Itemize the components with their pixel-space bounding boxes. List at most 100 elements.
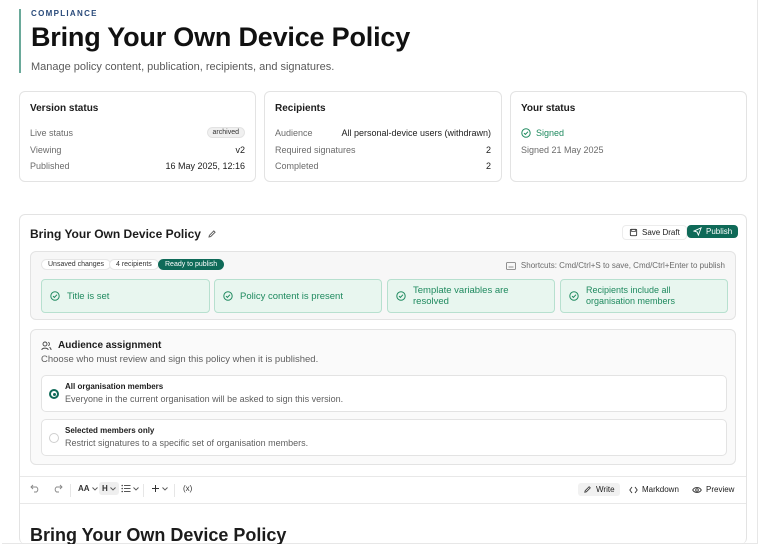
editor-title: Bring Your Own Device Policy — [30, 227, 201, 241]
redo-button[interactable] — [52, 484, 63, 493]
check-circle-icon — [569, 291, 579, 301]
signed-date: Signed 21 May 2025 — [521, 145, 604, 155]
your-status-card: Your status Signed Signed 21 May 2025 — [510, 91, 747, 182]
list-dropdown[interactable] — [121, 484, 139, 493]
toolbar-divider — [174, 484, 175, 497]
row-label: Published — [30, 161, 70, 171]
radio-selected[interactable] — [49, 389, 59, 399]
option-title: All organisation members — [65, 382, 164, 391]
check-content: Policy content is present — [214, 279, 382, 313]
recipients-badge: 4 recipients — [109, 259, 159, 270]
write-tab[interactable]: Write — [578, 483, 620, 496]
editor-toolbar: AA H (x) Write Markdown Preview — [20, 476, 746, 504]
completed-row: Completed 2 — [275, 161, 491, 171]
ready-badge: Ready to publish — [158, 259, 225, 270]
option-title: Selected members only — [65, 426, 155, 435]
row-label: Live status — [30, 127, 74, 138]
audience-title: Audience assignment — [58, 340, 162, 351]
row-label: Completed — [275, 161, 319, 171]
card-title: Version status — [30, 103, 99, 114]
variable-button[interactable]: (x) — [183, 484, 192, 493]
toolbar-divider — [70, 484, 71, 497]
radio-unselected[interactable] — [49, 433, 59, 443]
row-value: v2 — [235, 145, 245, 155]
save-icon — [629, 228, 638, 237]
font-size-label: AA — [78, 484, 90, 493]
row-value: 2 — [485, 161, 491, 171]
eye-icon — [692, 486, 702, 493]
publish-label: Publish — [706, 227, 733, 236]
status-badge: archived — [206, 127, 245, 138]
recipients-card: Recipients Audience All personal-device … — [264, 91, 502, 182]
save-draft-label: Save Draft — [642, 228, 680, 237]
page-subtitle: Manage policy content, publication, reci… — [31, 61, 335, 73]
audience-title-row: Audience assignment — [41, 340, 161, 351]
write-label: Write — [596, 485, 615, 494]
required-signatures-row: Required signatures 2 — [275, 145, 491, 155]
option-description: Restrict signatures to a specific set of… — [65, 438, 309, 448]
heading-label: H — [102, 484, 108, 493]
undo-icon — [30, 484, 39, 493]
redo-icon — [54, 484, 63, 493]
pencil-icon[interactable] — [207, 229, 217, 239]
shortcuts-text: Shortcuts: Cmd/Ctrl+S to save, Cmd/Ctrl+… — [520, 261, 725, 270]
toolbar-divider — [143, 484, 144, 497]
viewing-row: Viewing v2 — [30, 145, 245, 155]
row-value: 16 May 2025, 12:16 — [165, 161, 245, 171]
option-description: Everyone in the current organisation wil… — [65, 394, 344, 404]
option-selected-members[interactable]: Selected members only Restrict signature… — [41, 419, 727, 456]
signed-label: Signed — [536, 128, 565, 138]
option-all-members[interactable]: All organisation members Everyone in the… — [41, 375, 727, 412]
check-circle-icon — [223, 291, 233, 301]
keyboard-icon — [506, 261, 516, 270]
check-title: Title is set — [41, 279, 210, 313]
audience-subtitle: Choose who must review and sign this pol… — [41, 354, 319, 365]
preview-tab[interactable]: Preview — [687, 483, 739, 496]
pencil-icon — [584, 486, 591, 493]
preview-label: Preview — [706, 485, 735, 494]
save-draft-button[interactable]: Save Draft — [622, 225, 687, 240]
chevron-down-icon — [109, 486, 116, 491]
card-title: Your status — [521, 103, 576, 114]
check-circle-icon — [521, 128, 531, 138]
chevron-down-icon — [162, 486, 168, 491]
version-status-card: Version status Live status archived View… — [19, 91, 256, 182]
markdown-label: Markdown — [642, 485, 679, 494]
signed-state: Signed — [521, 128, 564, 138]
plus-icon — [152, 485, 159, 492]
check-label: Title is set — [67, 290, 110, 302]
live-status-row: Live status archived — [30, 127, 245, 138]
editor-title-row: Bring Your Own Device Policy — [30, 227, 217, 241]
card-title: Recipients — [275, 103, 326, 114]
undo-button[interactable] — [30, 484, 41, 493]
publish-button[interactable]: Publish — [687, 225, 739, 238]
insert-dropdown[interactable] — [151, 484, 168, 493]
chevron-down-icon — [133, 486, 139, 491]
document-heading: Bring Your Own Device Policy — [30, 525, 287, 544]
row-label: Audience — [275, 128, 313, 138]
markdown-tab[interactable]: Markdown — [624, 483, 684, 496]
publish-readiness-panel: Unsaved changes 4 recipients Ready to pu… — [30, 251, 736, 320]
users-icon — [41, 341, 52, 350]
chevron-down-icon — [91, 486, 98, 491]
policy-editor: Bring Your Own Device Policy Save Draft … — [19, 214, 747, 544]
check-label: Recipients include all organisation memb… — [586, 285, 676, 306]
list-icon — [121, 484, 131, 493]
send-icon — [693, 227, 702, 236]
row-label: Required signatures — [275, 145, 356, 155]
row-value: All personal-device users (withdrawn) — [341, 128, 491, 138]
variable-label: (x) — [183, 484, 193, 493]
audience-row: Audience All personal-device users (with… — [275, 128, 491, 138]
shortcuts-hint: Shortcuts: Cmd/Ctrl+S to save, Cmd/Ctrl+… — [506, 261, 725, 270]
section-eyebrow: COMPLIANCE — [31, 9, 98, 18]
check-label: Template variables are resolved — [413, 285, 509, 307]
published-row: Published 16 May 2025, 12:16 — [30, 161, 245, 171]
check-recipients: Recipients include all organisation memb… — [560, 279, 728, 313]
heading-dropdown[interactable]: H — [99, 482, 119, 495]
check-circle-icon — [396, 291, 406, 301]
page-header: COMPLIANCE Bring Your Own Device Policy … — [19, 9, 410, 73]
unsaved-badge: Unsaved changes — [41, 259, 112, 270]
code-icon — [629, 486, 638, 493]
font-size-dropdown[interactable]: AA — [78, 484, 98, 493]
check-label: Policy content is present — [240, 290, 343, 302]
